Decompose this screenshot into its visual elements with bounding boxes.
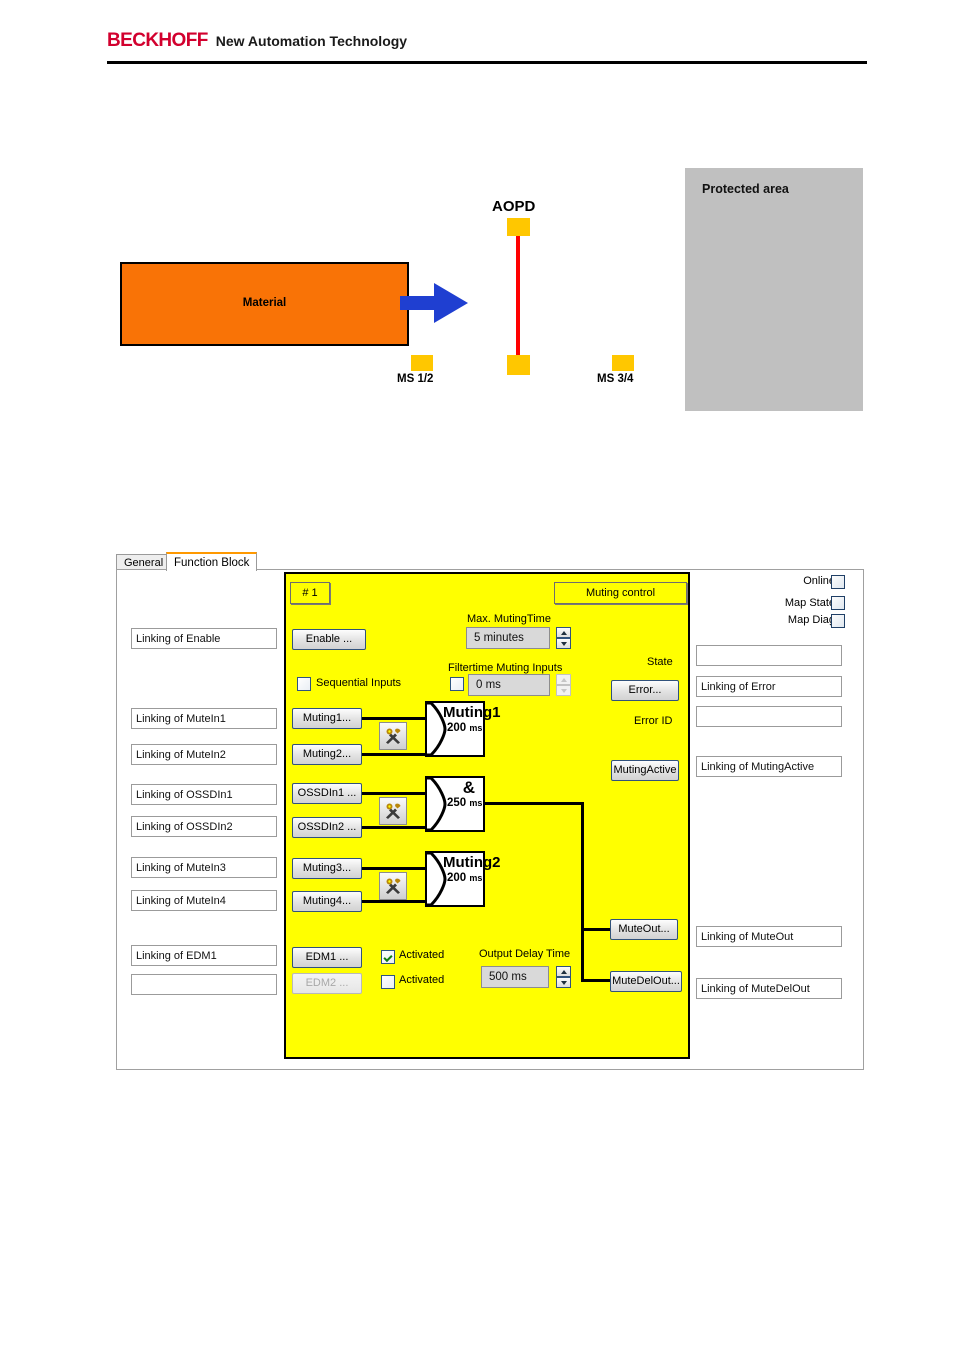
wire-and-in2	[362, 826, 427, 829]
protected-area-region	[685, 168, 863, 411]
enable-button[interactable]: Enable ...	[292, 629, 366, 650]
wire-muting2-in1	[362, 867, 427, 870]
muting1-gate-time: 200	[447, 722, 467, 734]
filtertime-spinner	[556, 674, 571, 696]
edm2-button: EDM2 ...	[292, 973, 362, 994]
edm1-activated-label: Activated	[399, 949, 445, 961]
and-gate-unit: ms	[469, 798, 483, 808]
link-edm2-field[interactable]	[131, 974, 277, 995]
fb-title-button[interactable]: Muting control	[554, 582, 687, 604]
map-state-checkbox[interactable]	[831, 596, 845, 610]
fb-index-button[interactable]: # 1	[290, 582, 330, 604]
link-ossdin1-field[interactable]: Linking of OSSDIn1	[131, 784, 277, 805]
and-gate-name: &	[462, 778, 475, 797]
output-delay-label: Output Delay Time	[479, 948, 571, 960]
muting-sensor-12-icon	[411, 355, 433, 371]
muting2-button[interactable]: Muting2...	[292, 744, 362, 765]
wire-muting2-in2	[362, 900, 427, 903]
wire-muting1-in1	[362, 717, 427, 720]
aopd-label: AOPD	[492, 198, 536, 215]
ossdin-tool-button[interactable]	[379, 797, 407, 825]
tab-general[interactable]: General	[116, 554, 172, 570]
max-muting-time-spinner[interactable]	[556, 627, 571, 649]
application-diagram: Protected area Material AOPD MS 1/2 MS 3…	[0, 0, 954, 430]
ossdin1-button[interactable]: OSSDIn1 ...	[292, 783, 362, 804]
muting1-gate: Muting1 200 ms	[425, 701, 501, 757]
sequential-inputs-checkbox[interactable]	[297, 677, 311, 691]
link-mutein3-field[interactable]: Linking of MuteIn3	[131, 857, 277, 878]
tab-function-block[interactable]: Function Block	[166, 552, 258, 571]
filtertime-checkbox[interactable]	[450, 677, 464, 691]
mute-out-button[interactable]: MuteOut...	[610, 919, 678, 940]
link-errorid-field[interactable]	[696, 706, 842, 727]
error-id-label: Error ID	[634, 715, 673, 727]
protected-area-label: Protected area	[702, 182, 789, 196]
link-enable-field[interactable]: Linking of Enable	[131, 628, 277, 649]
error-button[interactable]: Error...	[611, 680, 679, 701]
ossdin2-button[interactable]: OSSDIn2 ...	[292, 817, 362, 838]
max-muting-time-label: Max. MutingTime	[467, 613, 551, 625]
and-gate-time: 250	[447, 797, 467, 809]
wire-muteout	[581, 928, 611, 931]
map-state-label: Map State	[784, 597, 835, 609]
muting-sensor-12-label: MS 1/2	[397, 373, 434, 385]
link-mutingactive-field[interactable]: Linking of MutingActive	[696, 756, 842, 777]
online-checkbox[interactable]	[831, 575, 845, 589]
max-muting-time-value[interactable]: 5 minutes	[466, 627, 550, 649]
muting-sensor-34-icon	[612, 355, 634, 371]
mute-del-out-button[interactable]: MuteDelOut...	[610, 971, 682, 992]
muting2-gate-unit: ms	[469, 873, 483, 883]
link-edm1-field[interactable]: Linking of EDM1	[131, 945, 277, 966]
muting3-button[interactable]: Muting3...	[292, 858, 362, 879]
wire-mutedelout	[581, 979, 611, 982]
material-box: Material	[120, 262, 409, 346]
link-mutedelout-field[interactable]: Linking of MuteDelOut	[696, 978, 842, 999]
edm2-activated-checkbox[interactable]	[381, 975, 395, 989]
sequential-inputs-label: Sequential Inputs	[316, 677, 402, 689]
wire-bus-vertical	[581, 802, 584, 982]
muting1-button[interactable]: Muting1...	[292, 708, 362, 729]
muting1-tool-button[interactable]	[379, 722, 407, 750]
map-diag-label: Map Diag	[787, 614, 835, 626]
state-label: State	[647, 656, 673, 668]
aopd-emitter-icon	[507, 218, 530, 236]
link-state-field[interactable]	[696, 645, 842, 666]
muting-active-button[interactable]: MutingActive	[611, 760, 679, 781]
wire-and-in1	[362, 792, 427, 795]
flow-arrow-icon	[400, 283, 468, 323]
muting2-gate-time: 200	[447, 872, 467, 884]
filtertime-label: Filtertime Muting Inputs	[448, 662, 563, 674]
muting1-gate-name: Muting1	[443, 704, 501, 721]
aopd-light-beam	[516, 236, 520, 356]
wire-muting1-in2	[362, 753, 427, 756]
muting-sensor-34-label: MS 3/4	[597, 373, 634, 385]
aopd-receiver-icon	[507, 355, 530, 375]
material-label: Material	[242, 297, 287, 309]
wire-and-out	[483, 802, 584, 805]
muting2-gate-name: Muting2	[443, 854, 501, 871]
link-ossdin2-field[interactable]: Linking of OSSDIn2	[131, 816, 277, 837]
function-block-panel: # 1 Muting control Enable ... Sequential…	[284, 572, 690, 1059]
and-gate: & 250 ms	[425, 776, 485, 832]
filtertime-value[interactable]: 0 ms	[468, 674, 550, 696]
link-error-field[interactable]: Linking of Error	[696, 676, 842, 697]
output-delay-value[interactable]: 500 ms	[481, 966, 549, 988]
edm1-activated-checkbox[interactable]	[381, 950, 395, 964]
output-delay-spinner[interactable]	[556, 966, 571, 988]
muting1-gate-unit: ms	[469, 723, 483, 733]
link-muteout-field[interactable]: Linking of MuteOut	[696, 926, 842, 947]
muting2-tool-button[interactable]	[379, 872, 407, 900]
muting2-gate: Muting2 200 ms	[425, 851, 501, 907]
link-mutein4-field[interactable]: Linking of MuteIn4	[131, 890, 277, 911]
link-mutein2-field[interactable]: Linking of MuteIn2	[131, 744, 277, 765]
link-mutein1-field[interactable]: Linking of MuteIn1	[131, 708, 277, 729]
online-label: Online	[803, 575, 835, 587]
edm2-activated-label: Activated	[399, 974, 445, 986]
edm1-button[interactable]: EDM1 ...	[292, 947, 362, 968]
muting4-button[interactable]: Muting4...	[292, 891, 362, 912]
map-diag-checkbox[interactable]	[831, 614, 845, 628]
